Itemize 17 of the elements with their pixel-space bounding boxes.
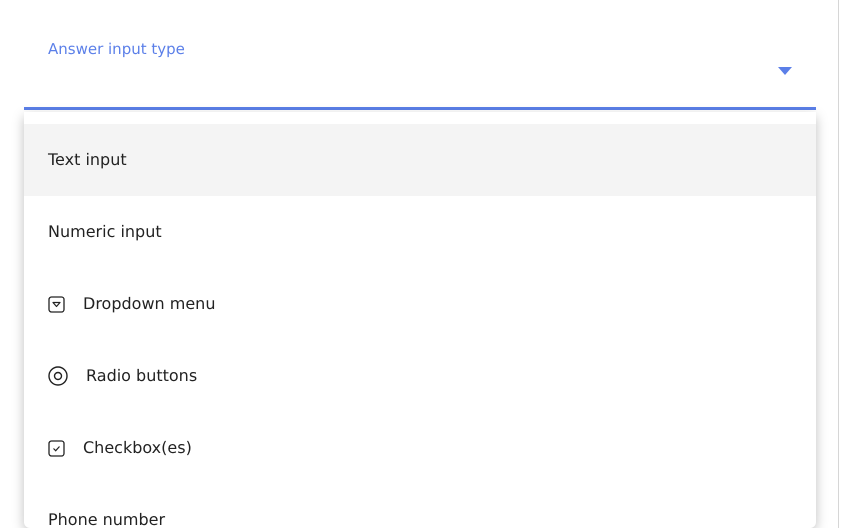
menu-item[interactable]: Radio buttons [24, 340, 816, 412]
item-label: Phone number [48, 509, 166, 528]
menu-item[interactable]: Checkbox(es) [24, 412, 816, 484]
item-label: Numeric input [48, 221, 162, 243]
item-label: Checkbox(es) [83, 437, 192, 459]
item-label: Radio buttons [86, 365, 198, 387]
item-label: Dropdown menu [83, 293, 216, 315]
field-label: Answer input type [48, 39, 186, 60]
item-label: Text input [48, 149, 127, 171]
radio-icon [48, 366, 68, 386]
menu-item[interactable]: Phone number [24, 484, 816, 528]
menu-item[interactable]: Numeric input [24, 196, 816, 268]
menu-item[interactable]: Text input [24, 124, 816, 196]
caret-icon [778, 66, 792, 74]
menu-item[interactable]: Dropdown menu [24, 268, 816, 340]
checkbox-icon [48, 440, 65, 456]
dropdown-icon [48, 296, 65, 312]
